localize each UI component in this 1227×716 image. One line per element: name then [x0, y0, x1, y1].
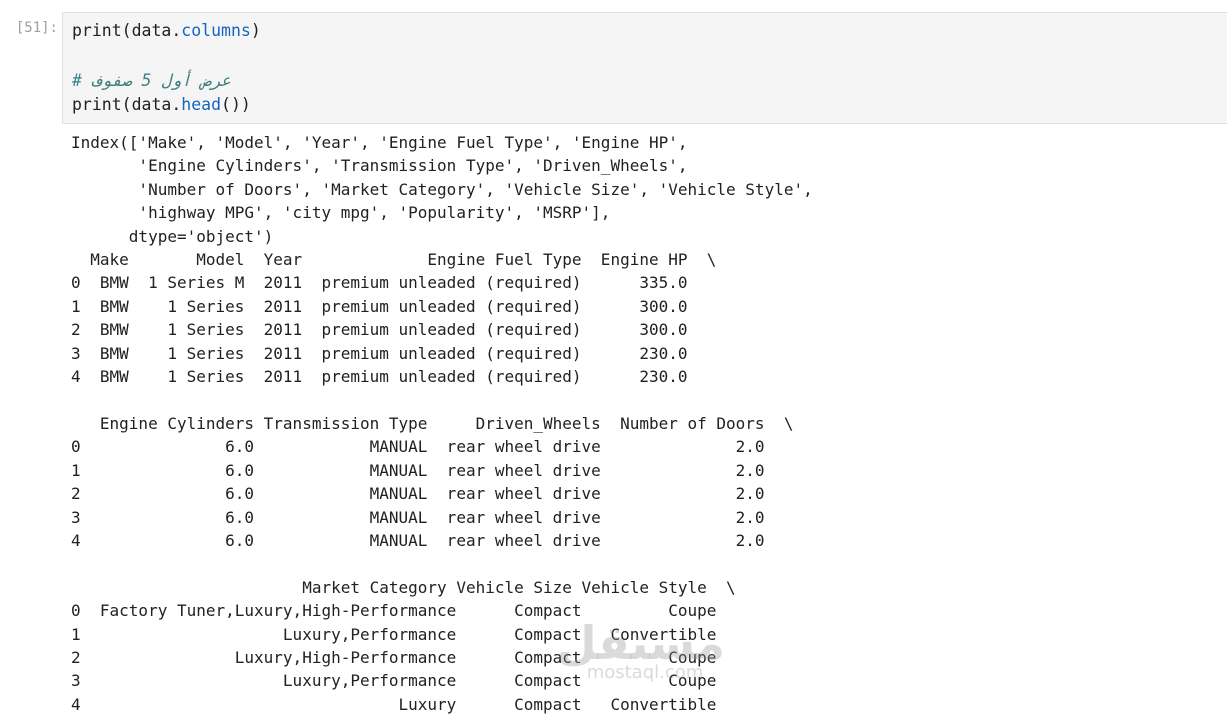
output-line: Engine Cylinders Transmission Type Drive…: [71, 413, 794, 433]
output-line: 2 BMW 1 Series 2011 premium unleaded (re…: [71, 320, 688, 340]
output-line: 4 BMW 1 Series 2011 premium unleaded (re…: [71, 367, 688, 387]
code-line-print-columns: print(data.columns): [72, 19, 261, 43]
output-line: 1 BMW 1 Series 2011 premium unleaded (re…: [71, 296, 688, 316]
code-line-print-head: print(data.head()): [72, 93, 251, 117]
output-line: Make Model Year Engine Fuel Type Engine …: [71, 250, 717, 270]
output-line: Market Category Vehicle Size Vehicle Sty…: [71, 577, 736, 597]
code-text: (data.: [121, 95, 182, 114]
output-line: 1 6.0 MANUAL rear wheel drive 2.0: [71, 460, 765, 480]
output-line: 0 BMW 1 Series M 2011 premium unleaded (…: [71, 273, 688, 293]
output-line: 3 Luxury,Performance Compact Coupe: [71, 671, 717, 691]
output-line: 0 6.0 MANUAL rear wheel drive 2.0: [71, 437, 765, 457]
output-line: 3 BMW 1 Series 2011 premium unleaded (re…: [71, 343, 688, 363]
output-line: 4 6.0 MANUAL rear wheel drive 2.0: [71, 530, 765, 550]
code-attribute: head: [181, 95, 222, 114]
print-keyword: print: [72, 95, 122, 114]
cell-prompt: [51]:: [15, 20, 58, 36]
output-line: 3 6.0 MANUAL rear wheel drive 2.0: [71, 507, 765, 527]
output-line: Index(['Make', 'Model', 'Year', 'Engine …: [71, 133, 688, 152]
cell-output: Index(['Make', 'Model', 'Year', 'Engine …: [71, 131, 813, 716]
code-text: (data.: [121, 21, 182, 40]
output-line: 0 Factory Tuner,Luxury,High-Performance …: [71, 601, 717, 621]
code-attribute: columns: [181, 21, 251, 40]
print-keyword: print: [72, 21, 122, 40]
output-line: dtype='object'): [71, 226, 274, 246]
code-text: ): [250, 21, 261, 40]
output-line: 1 Luxury,Performance Compact Convertible: [71, 624, 717, 644]
output-line: 'Engine Cylinders', 'Transmission Type',…: [71, 156, 688, 176]
output-line: 'highway MPG', 'city mpg', 'Popularity',…: [71, 203, 611, 223]
output-line: 'Number of Doors', 'Market Category', 'V…: [71, 179, 813, 199]
output-line: 2 Luxury,High-Performance Compact Coupe: [71, 647, 717, 667]
output-line: 2 6.0 MANUAL rear wheel drive 2.0: [71, 484, 765, 504]
output-line: 4 Luxury Compact Convertible: [71, 694, 717, 714]
code-comment: # عرض أول 5 صفوف: [72, 71, 231, 90]
code-input-area[interactable]: print(data.columns) # عرض أول 5 صفوف pri…: [62, 12, 1227, 124]
code-text: ()): [221, 95, 251, 114]
